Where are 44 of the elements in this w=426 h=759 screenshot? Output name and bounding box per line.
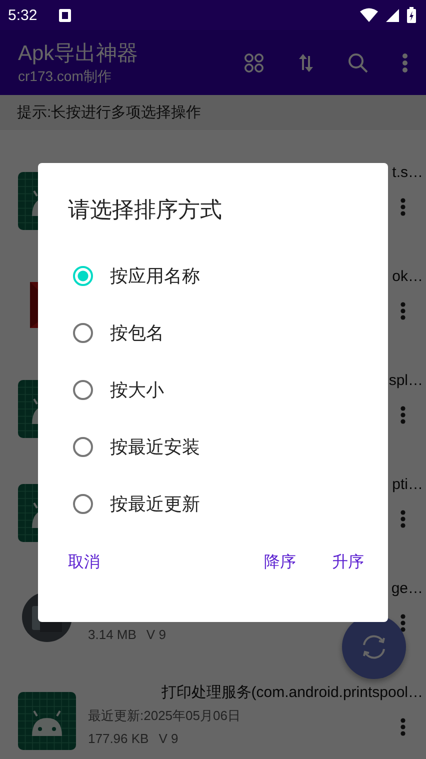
sort-option[interactable]: 按包名 — [38, 304, 388, 361]
search-icon[interactable] — [348, 52, 368, 72]
app-name: ge… — [391, 579, 423, 599]
app-name: t.s… — [392, 163, 423, 183]
dialog-button[interactable]: 取消 — [60, 548, 108, 576]
more-icon[interactable] — [402, 52, 408, 72]
radio-button[interactable] — [73, 266, 93, 286]
dialog-button[interactable]: 降序 — [256, 548, 304, 576]
signal-icon — [386, 8, 399, 22]
android-icon — [18, 692, 76, 750]
more-icon[interactable] — [400, 510, 406, 528]
more-icon[interactable] — [400, 302, 406, 320]
sort-option[interactable]: 按最近更新 — [38, 475, 388, 532]
app-name: 打印处理服务(com.android.printspool… — [161, 683, 423, 703]
dialog-title: 请选择排序方式 — [67, 196, 223, 224]
app-name: spl… — [388, 371, 423, 391]
sort-icon[interactable] — [298, 54, 314, 72]
sort-option[interactable]: 按大小 — [38, 361, 388, 418]
app-name: pti… — [392, 475, 423, 495]
notification-icon — [59, 8, 72, 22]
grid-icon[interactable] — [244, 52, 264, 72]
radio-button[interactable] — [73, 322, 93, 342]
more-icon[interactable] — [400, 614, 406, 632]
more-icon[interactable] — [400, 198, 406, 216]
update-date: 最近更新:2025年05月06日 — [88, 707, 240, 725]
dialog-button[interactable]: 升序 — [324, 548, 372, 576]
battery-icon — [407, 7, 416, 23]
radio-button[interactable] — [73, 380, 93, 400]
radio-button[interactable] — [73, 436, 93, 456]
radio-button[interactable] — [73, 494, 93, 514]
more-icon[interactable] — [400, 718, 406, 736]
app-version: V 9 — [158, 730, 178, 746]
sort-option[interactable]: 按应用名称 — [38, 247, 388, 304]
app-version: V 9 — [146, 626, 166, 642]
status-time: 5:32 — [8, 6, 38, 24]
sort-option[interactable]: 按最近安装 — [38, 418, 388, 475]
app-subtitle: cr173.com制作 — [18, 66, 112, 84]
app-title: Apk导出神器 — [18, 40, 140, 66]
wifi-icon — [360, 8, 378, 22]
app-name: ok… — [392, 267, 423, 287]
hint-text: 提示:长按进行多项选择操作 — [0, 95, 426, 130]
app-size: 177.96 KB — [88, 730, 149, 746]
app-size: 3.14 MB — [88, 626, 136, 642]
more-icon[interactable] — [400, 406, 406, 424]
